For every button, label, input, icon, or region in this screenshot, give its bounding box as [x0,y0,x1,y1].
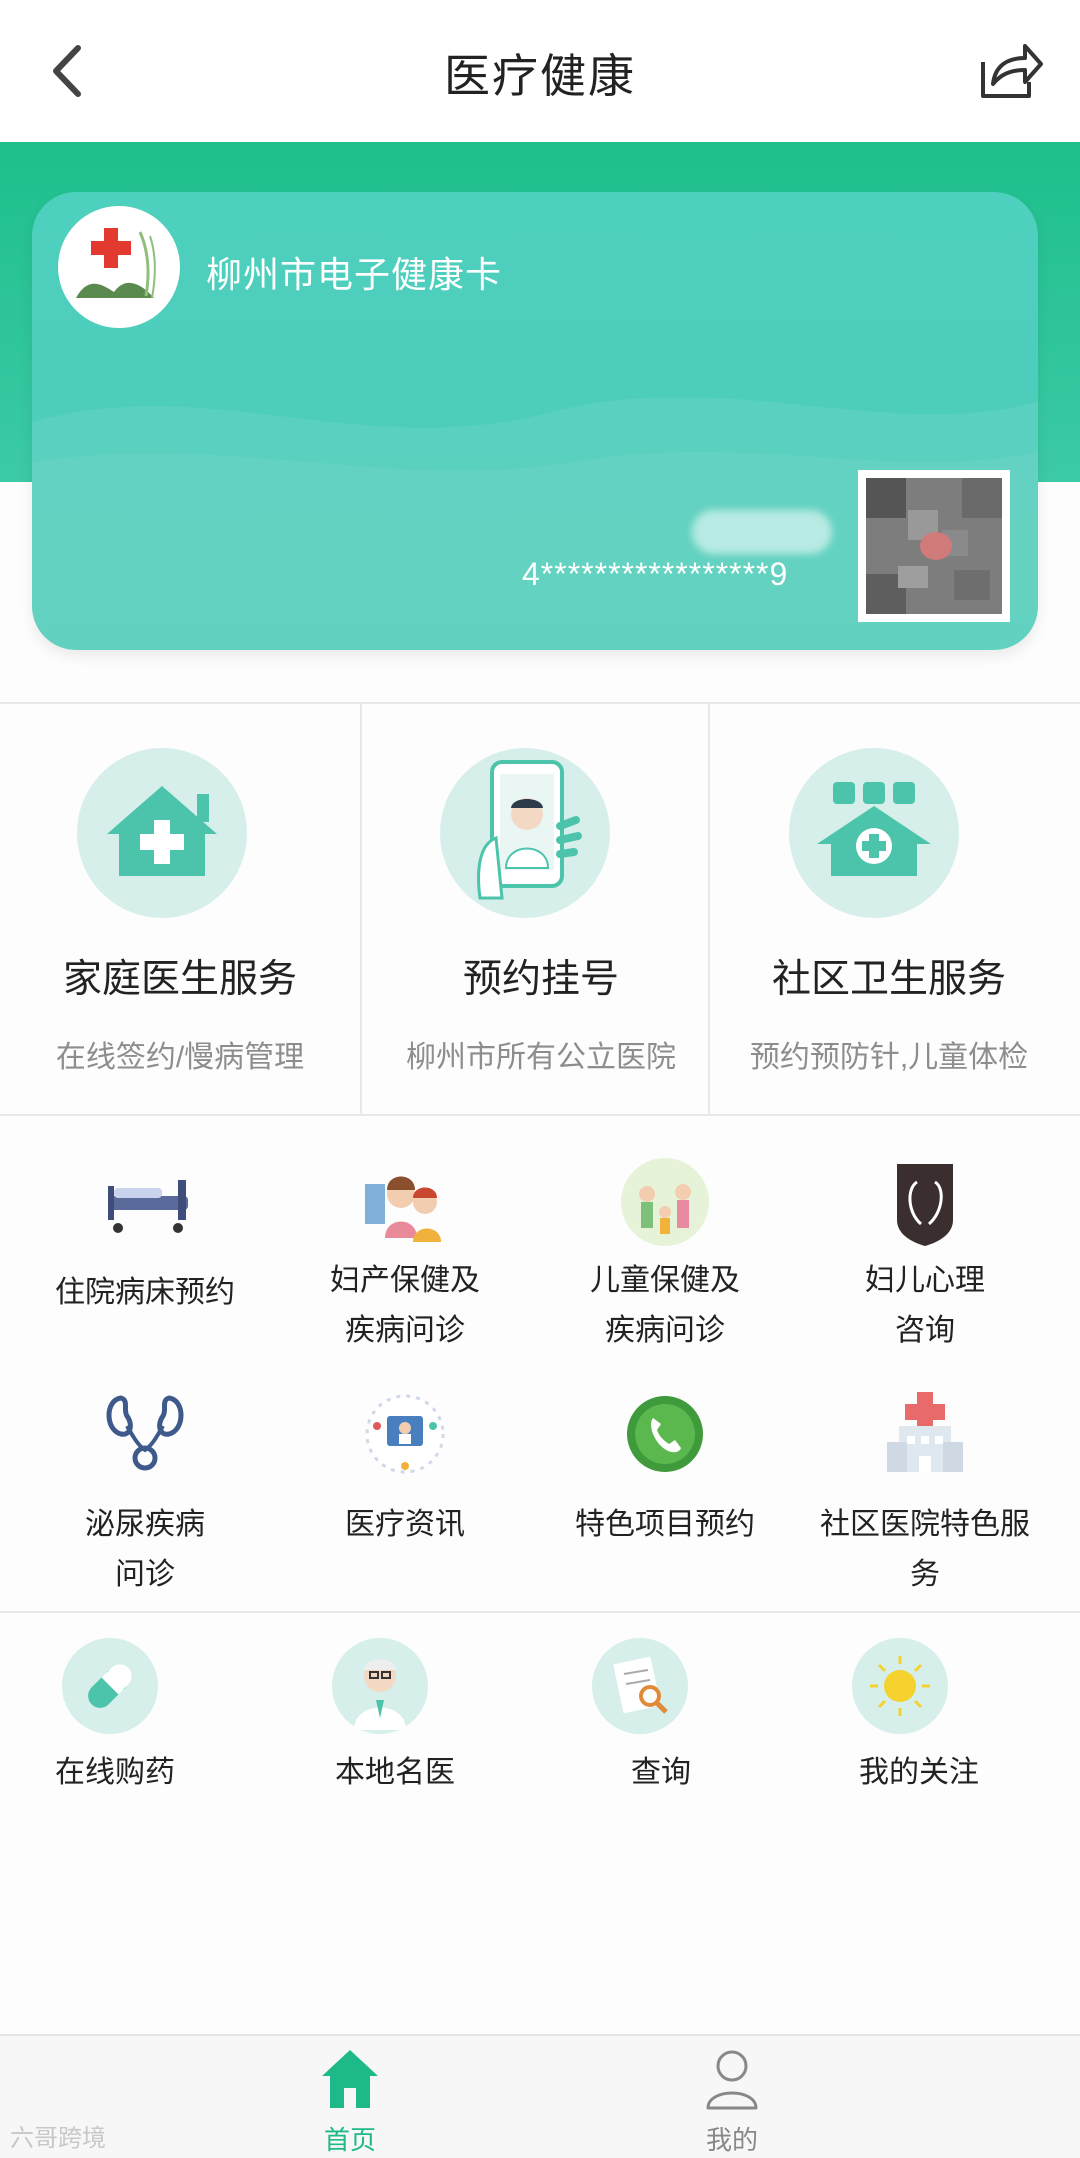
card-holder-name-blurred [692,510,832,554]
service-community-health[interactable]: 社区卫生服务 预约预防针,儿童体检 [708,704,1068,1116]
share-icon[interactable] [975,38,1045,104]
divider [0,1611,1080,1613]
sun-icon [852,1638,948,1734]
health-card[interactable]: 柳州市电子健康卡 4*****************9 [32,192,1038,650]
card-title: 柳州市电子健康卡 [206,254,503,295]
medical-news-icon [365,1394,445,1474]
service-subtitle: 在线签约/慢病管理 [55,1041,305,1074]
grid-item-label: 妇儿心理 咨询 [865,1264,985,1347]
card-logo [58,206,180,328]
service-appointment[interactable]: 预约挂号 柳州市所有公立医院 [360,704,720,1116]
service-title: 社区卫生服务 [771,958,1006,1001]
community-clinic-icon [789,748,959,918]
grid-item-label: 住院病床预约 [55,1276,235,1309]
tab-home[interactable]: 首页 [250,2036,450,2158]
grid-item-label: 妇产保健及 疾病问诊 [330,1264,480,1347]
tab-bar: 首页 我的 [0,2034,1080,2158]
service-subtitle: 预约预防针,儿童体检 [749,1041,1029,1074]
home-icon [322,2050,378,2108]
tab-mine-label: 我的 [705,2125,758,2155]
watermark: 六哥跨境 [10,2125,106,2152]
card-number: 4*****************9 [522,556,789,592]
grid-item-label: 在线购药 [55,1756,175,1789]
house-cross-icon [77,748,247,918]
page-title: 医疗健康 [444,50,636,102]
grid-item-label: 我的关注 [859,1756,979,1789]
service-title: 家庭医生服务 [62,958,297,1001]
phone-doctor-icon [440,748,610,918]
grid-item-label: 社区医院特色服务 [820,1508,1030,1591]
doctor-icon [332,1638,428,1734]
qr-code-icon[interactable] [858,470,1010,622]
child-health-icon [621,1158,709,1246]
user-icon [706,2050,758,2110]
tab-mine[interactable]: 我的 [632,2036,832,2158]
kidney-icon [106,1395,184,1471]
grid-item-label: 泌尿疾病 问诊 [85,1508,205,1591]
mother-child-icon [365,1176,441,1242]
main-services: 家庭医生服务 在线签约/慢病管理 预约挂号 柳州市所有公立医院 社区卫生服务 预… [0,702,1080,1116]
psychology-icon [897,1164,953,1246]
hospital-bed-icon [108,1180,188,1233]
phone-call-icon [627,1396,703,1472]
header-bar: 医疗健康 [0,0,1080,142]
grid-item-label: 查询 [631,1756,691,1789]
tab-home-label: 首页 [323,2125,376,2155]
grid-item-label: 本地名医 [335,1756,455,1789]
service-title: 预约挂号 [462,958,619,1001]
pill-icon [62,1638,158,1734]
service-family-doctor[interactable]: 家庭医生服务 在线签约/慢病管理 [0,704,360,1116]
grid-item-label: 医疗资讯 [345,1508,465,1541]
search-document-icon [592,1638,688,1734]
grid-item-label: 儿童保健及 疾病问诊 [590,1264,740,1347]
grid-item-label: 特色项目预约 [575,1508,755,1541]
hospital-building-icon [887,1392,963,1472]
service-subtitle: 柳州市所有公立医院 [406,1041,676,1074]
